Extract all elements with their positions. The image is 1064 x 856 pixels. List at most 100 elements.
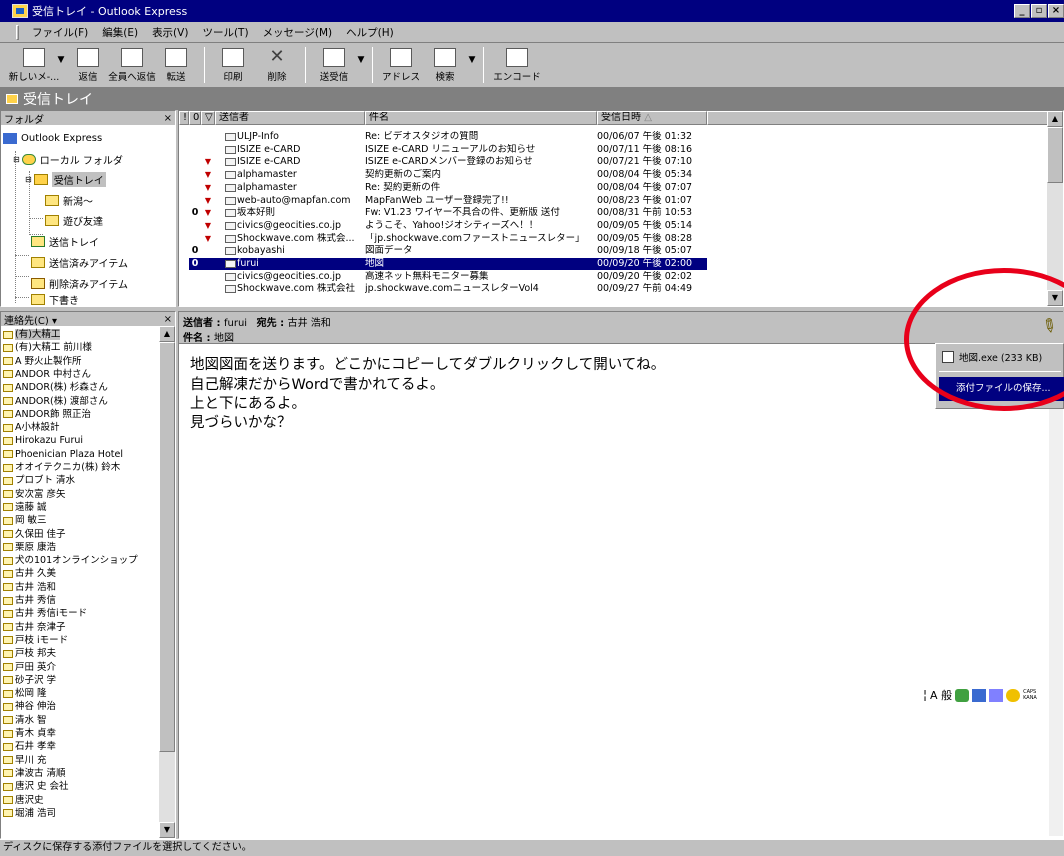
column-attachment[interactable]: 0 — [189, 111, 201, 125]
contact-item[interactable]: 久保田 佳子 — [3, 529, 66, 540]
contact-item[interactable]: 安次富 彦矢 — [3, 489, 66, 500]
contact-item[interactable]: A 野火止製作所 — [3, 356, 82, 367]
encode-button[interactable]: エンコード — [490, 43, 544, 83]
menubar-grip[interactable] — [16, 24, 19, 40]
contact-item[interactable]: 犬の101オンラインショップ — [3, 555, 138, 566]
contact-item[interactable]: A小林設計 — [3, 422, 60, 433]
column-received[interactable]: 受信日時 △ — [597, 111, 707, 125]
contact-item[interactable]: 岡 敏三 — [3, 515, 47, 526]
folder-niigata[interactable]: 新潟～ — [45, 192, 93, 208]
address-book-button[interactable]: アドレス — [379, 43, 423, 83]
ime-pad-icon[interactable] — [972, 688, 987, 702]
scroll-up-icon[interactable]: ▲ — [159, 326, 175, 342]
find-button[interactable]: 検索 — [423, 43, 467, 83]
collapse-icon[interactable]: ⊟ — [13, 155, 20, 164]
message-row[interactable]: Shockwave.com 株式会社 jp.shockwave.comニュースレタ… — [179, 283, 1049, 295]
scroll-up-icon[interactable]: ▲ — [1047, 111, 1063, 127]
forward-button[interactable]: 転送 — [154, 43, 198, 83]
minimize-button[interactable]: _ — [1014, 4, 1030, 18]
new-mail-dropdown-icon[interactable]: ▼ — [56, 43, 66, 65]
contacts-close-icon[interactable]: × — [164, 314, 172, 325]
close-button[interactable]: × — [1048, 4, 1064, 18]
message-row[interactable]: 0 ▼ 坂本好則 Fw: V1.23 ワイヤー不具合の件、更新版 送付 00/08/31… — [179, 207, 1049, 219]
menu-view[interactable]: 表示(V) — [145, 25, 195, 40]
contacts-scrollbar[interactable]: ▲ ▼ — [159, 326, 175, 838]
scroll-thumb[interactable] — [159, 342, 175, 752]
contact-item[interactable]: 早川 充 — [3, 755, 47, 766]
new-mail-button[interactable]: 新しいメ-... — [9, 43, 59, 83]
contact-item[interactable]: (有)大精工 — [3, 329, 61, 340]
message-row[interactable]: ▼ alphamaster Re: 契約更新の件 00/08/04 午後 07:07 — [179, 182, 1049, 194]
collapse-icon[interactable]: ⊟ — [25, 175, 32, 184]
message-row[interactable]: ULJP-Info Re: ビデオスタジオの質問 00/06/07 午後 01:32 — [179, 131, 1049, 143]
folder-outbox[interactable]: 送信トレイ — [31, 233, 99, 249]
send-receive-button[interactable]: 送受信 — [312, 43, 356, 83]
contact-item[interactable]: ANDOR(株) 渡部さん — [3, 396, 108, 407]
contact-item[interactable]: ANDOR(株) 杉森さん — [3, 382, 108, 393]
column-from[interactable]: 送信者 — [215, 111, 365, 125]
reply-button[interactable]: 返信 — [66, 43, 110, 83]
column-subject[interactable]: 件名 — [365, 111, 597, 125]
message-list-scrollbar[interactable]: ▲ ▼ — [1047, 111, 1063, 306]
contact-item[interactable]: ANDOR 中村さん — [3, 369, 91, 380]
message-row[interactable]: ▼ ISIZE e-CARD ISIZE e-CARDメンバー登録のお知らせ 00/0… — [179, 156, 1049, 168]
contact-item[interactable]: プロブト 清水 — [3, 475, 75, 486]
contact-item[interactable]: (有)大精工 前川様 — [3, 342, 92, 353]
contact-item[interactable]: 遠藤 誠 — [3, 502, 47, 513]
message-row[interactable]: ISIZE e-CARD ISIZE e-CARD リニューアルのお知らせ 00/0… — [179, 144, 1049, 156]
ime-mode[interactable]: A 般 — [930, 687, 952, 703]
send-receive-dropdown-icon[interactable]: ▼ — [356, 43, 366, 65]
message-row-selected[interactable]: 0 furui 地図 00/09/20 午後 02:00 — [179, 258, 1049, 270]
folder-sent-items[interactable]: 送信済みアイテム — [31, 254, 128, 270]
menu-tools[interactable]: ツール(T) — [195, 25, 255, 40]
contact-item[interactable]: 古井 浩和 — [3, 582, 56, 593]
contact-item[interactable]: ANDOR飾 照正治 — [3, 409, 91, 420]
maximize-button[interactable]: ▫ — [1031, 4, 1047, 18]
contact-item[interactable]: 神谷 伸治 — [3, 701, 56, 712]
contact-item[interactable]: 清水 智 — [3, 715, 47, 726]
folder-inbox[interactable]: ⊟ 受信トレイ — [25, 171, 106, 187]
contact-item[interactable]: 津波古 清順 — [3, 768, 66, 779]
message-row[interactable]: ▼ Shockwave.com 株式会... 「jp.shockwave.comファ… — [179, 233, 1049, 245]
contact-item[interactable]: 唐沢史 — [3, 795, 44, 806]
contact-item[interactable]: 松岡 隆 — [3, 688, 47, 699]
contact-item[interactable]: 青木 貞幸 — [3, 728, 56, 739]
find-dropdown-icon[interactable]: ▼ — [467, 43, 477, 65]
scroll-down-icon[interactable]: ▼ — [159, 822, 175, 838]
menu-help[interactable]: ヘルプ(H) — [339, 25, 401, 40]
reply-all-button[interactable]: 全員へ返信 — [108, 43, 156, 83]
contact-item[interactable]: Hirokazu Furui — [3, 435, 83, 446]
menu-file[interactable]: ファイル(F) — [25, 25, 95, 40]
attachment-file-item[interactable]: 地図.exe (233 KB) — [942, 350, 1042, 364]
ime-tool-icon[interactable] — [989, 688, 1004, 702]
message-row[interactable]: ▼ civics@geocities.co.jp ようこそ、Yahoo!ジオシティー… — [179, 220, 1049, 232]
contact-item[interactable]: オオイテクニカ(株) 鈴木 — [3, 462, 120, 473]
column-flag[interactable]: ▽ — [201, 111, 215, 125]
ime-help-icon[interactable] — [1006, 688, 1021, 702]
preview-scrollbar[interactable] — [1049, 346, 1063, 836]
delete-button[interactable]: ✕ 削除 — [255, 43, 299, 84]
contact-item[interactable]: 古井 奈津子 — [3, 622, 66, 633]
column-priority[interactable]: ! — [179, 111, 189, 125]
message-row[interactable]: civics@geocities.co.jp 高速ネット無料モニター募集 00/09… — [179, 271, 1049, 283]
contact-item[interactable]: 戸枝 iモード — [3, 635, 68, 646]
contacts-menu-button[interactable]: 連絡先(C) ▾ — [4, 312, 57, 327]
scroll-thumb[interactable] — [1047, 127, 1063, 183]
ime-dictionary-icon[interactable] — [955, 688, 970, 702]
contact-item[interactable]: 石井 孝幸 — [3, 741, 56, 752]
message-row[interactable]: 0 kobayashi 図面データ 00/09/18 午後 05:07 — [179, 245, 1049, 257]
contact-item[interactable]: 砂子沢 学 — [3, 675, 56, 686]
scroll-down-icon[interactable]: ▼ — [1047, 290, 1063, 306]
folder-pane-close-icon[interactable]: × — [164, 113, 172, 124]
folder-local-folders[interactable]: ⊟ ローカル フォルダ — [13, 151, 123, 167]
print-button[interactable]: 印刷 — [211, 43, 255, 83]
message-row[interactable]: ▼ alphamaster 契約更新のご案内 00/08/04 午後 05:34 — [179, 169, 1049, 181]
contact-item[interactable]: 栗原 康浩 — [3, 542, 56, 553]
contact-item[interactable]: Phoenician Plaza Hotel — [3, 449, 123, 460]
message-row[interactable]: ▼ web-auto@mapfan.com MapFanWeb ユーザー登録完了!!… — [179, 195, 1049, 207]
contact-item[interactable]: 戸枝 邦夫 — [3, 648, 56, 659]
menu-edit[interactable]: 編集(E) — [95, 25, 145, 40]
contact-item[interactable]: 唐沢 史 会社 — [3, 781, 69, 792]
folder-outlook-express[interactable]: Outlook Express — [3, 130, 102, 146]
contact-item[interactable]: 古井 久美 — [3, 568, 56, 579]
